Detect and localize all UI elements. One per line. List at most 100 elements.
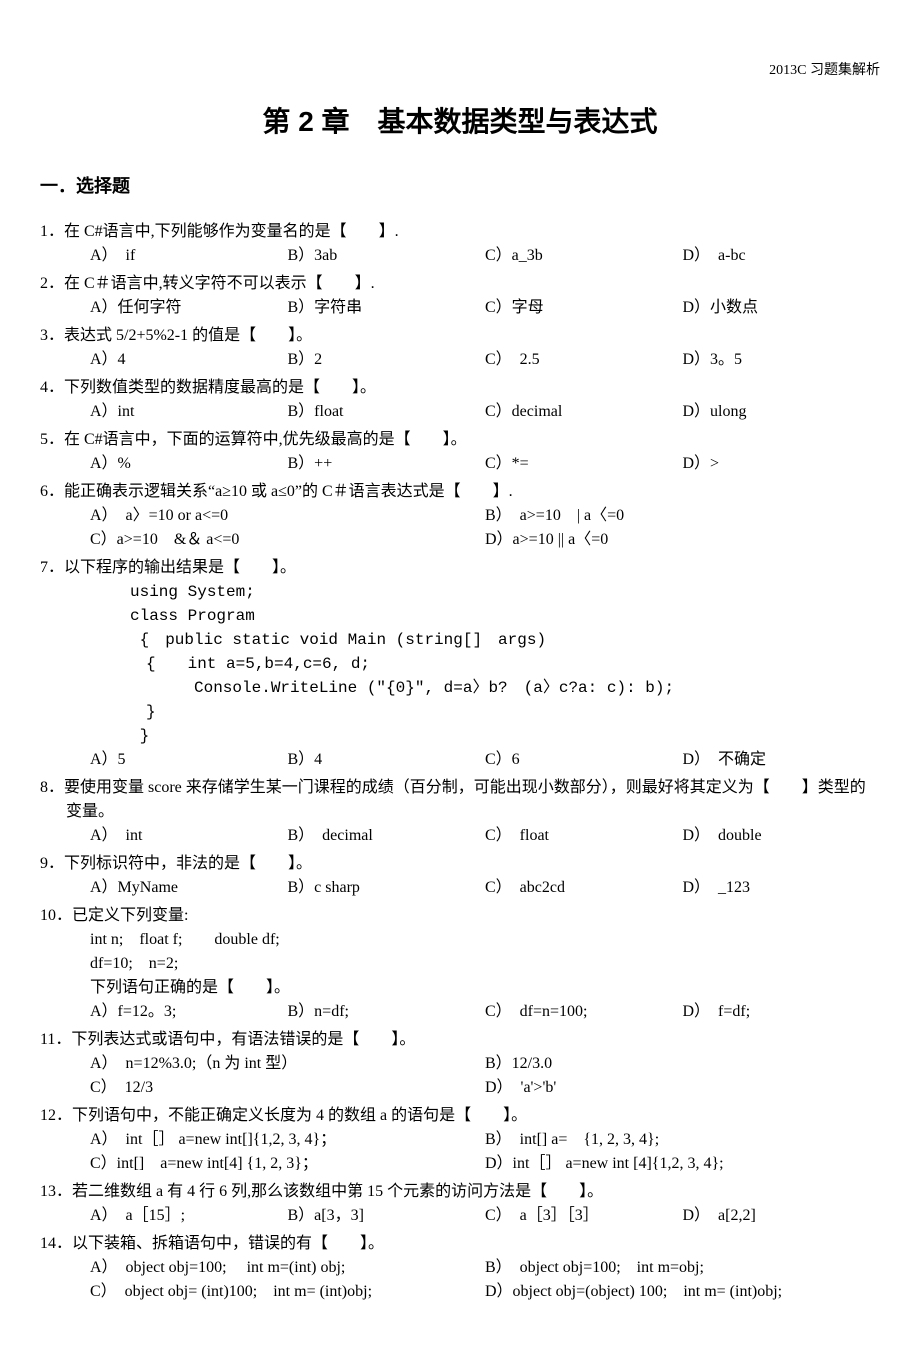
option: C） df=n=100;: [485, 1000, 683, 1024]
option: A） a〉=10 or a<=0: [90, 504, 485, 528]
option: B）12/3.0: [485, 1052, 880, 1076]
question-stem: 11．下列表达式或语句中，有语法错误的是【 】。: [40, 1028, 880, 1052]
option: A） int: [90, 824, 288, 848]
question-stem: 8．要使用变量 score 来存储学生某一门课程的成绩（百分制，可能出现小数部分…: [40, 776, 880, 824]
options: A） ifB）3abC）a_3bD） a-bc: [40, 244, 880, 268]
option: B） object obj=100; int m=obj;: [485, 1256, 880, 1280]
question: 7．以下程序的输出结果是【 】。using System; class Prog…: [40, 556, 880, 772]
option: C）int[] a=new int[4] {1, 2, 3}；: [90, 1152, 485, 1176]
question-stem: 9．下列标识符中，非法的是【 】。: [40, 852, 880, 876]
question: 11．下列表达式或语句中，有语法错误的是【 】。A） n=12%3.0;（n 为…: [40, 1028, 880, 1100]
options: A） n=12%3.0;（n 为 int 型）B）12/3.0C） 12/3D）…: [40, 1052, 880, 1100]
question-stem: 13．若二维数组 a 有 4 行 6 列,那么该数组中第 15 个元素的访问方法…: [40, 1180, 880, 1204]
option: D）小数点: [683, 296, 881, 320]
options: A）%B）++C）*=D）>: [40, 452, 880, 476]
option: B）3ab: [288, 244, 486, 268]
option: D） 不确定: [683, 748, 881, 772]
option: D）ulong: [683, 400, 881, 424]
code-block: using System; class Program { public sta…: [40, 580, 880, 748]
option: C）6: [485, 748, 683, 772]
option: B）a[3，3]: [288, 1204, 486, 1228]
question-stem: 7．以下程序的输出结果是【 】。: [40, 556, 880, 580]
option: B）2: [288, 348, 486, 372]
option: C） 2.5: [485, 348, 683, 372]
option: A） a［15］;: [90, 1204, 288, 1228]
option: D）a>=10 || a〈=0: [485, 528, 880, 552]
chapter-title: 第 2 章 基本数据类型与表达式: [40, 101, 880, 143]
question-subtext: 下列语句正确的是【 】。: [40, 976, 880, 1000]
question-stem: 12．下列语句中，不能正确定义长度为 4 的数组 a 的语句是【 】。: [40, 1104, 880, 1128]
question-stem: 10．已定义下列变量:: [40, 904, 880, 928]
question: 6．能正确表示逻辑关系“a≥10 或 a≤0”的 C＃语言表达式是【 】.A） …: [40, 480, 880, 552]
option: D）object obj=(object) 100; int m= (int)o…: [485, 1280, 880, 1304]
options: A）MyNameB）c sharpC） abc2cdD） _123: [40, 876, 880, 900]
options: A）4B）2C） 2.5D）3。5: [40, 348, 880, 372]
question-subtext: df=10; n=2;: [40, 952, 880, 976]
options: A）任何字符B）字符串C）字母D）小数点: [40, 296, 880, 320]
option: C）字母: [485, 296, 683, 320]
options: A）f=12。3;B）n=df;C） df=n=100;D） f=df;: [40, 1000, 880, 1024]
option: D） _123: [683, 876, 881, 900]
question: 1．在 C#语言中,下列能够作为变量名的是【 】.A） ifB）3abC）a_3…: [40, 220, 880, 268]
option: D） f=df;: [683, 1000, 881, 1024]
option: B）字符串: [288, 296, 486, 320]
option: A）任何字符: [90, 296, 288, 320]
option: B）++: [288, 452, 486, 476]
options: A） int［］ a=new int[]{1,2, 3, 4}；B） int[]…: [40, 1128, 880, 1176]
option: D） double: [683, 824, 881, 848]
option: C）decimal: [485, 400, 683, 424]
option: B） decimal: [288, 824, 486, 848]
option: B） a>=10 | a〈=0: [485, 504, 880, 528]
option: A） if: [90, 244, 288, 268]
question-subtext: int n; float f; double df;: [40, 928, 880, 952]
header-right: 2013C 习题集解析: [40, 60, 880, 81]
option: D） a[2,2]: [683, 1204, 881, 1228]
option: B）float: [288, 400, 486, 424]
option: C） 12/3: [90, 1076, 485, 1100]
option: A）MyName: [90, 876, 288, 900]
question: 5．在 C#语言中，下面的运算符中,优先级最高的是【 】。A）%B）++C）*=…: [40, 428, 880, 476]
option: C） object obj= (int)100; int m= (int)obj…: [90, 1280, 485, 1304]
option: C）a_3b: [485, 244, 683, 268]
option: B）n=df;: [288, 1000, 486, 1024]
question: 3．表达式 5/2+5%2-1 的值是【 】。A）4B）2C） 2.5D）3。5: [40, 324, 880, 372]
questions-container: 1．在 C#语言中,下列能够作为变量名的是【 】.A） ifB）3abC）a_3…: [40, 220, 880, 1304]
question: 4．下列数值类型的数据精度最高的是【 】。A）intB）floatC）decim…: [40, 376, 880, 424]
question: 13．若二维数组 a 有 4 行 6 列,那么该数组中第 15 个元素的访问方法…: [40, 1180, 880, 1228]
question-stem: 4．下列数值类型的数据精度最高的是【 】。: [40, 376, 880, 400]
option: C） float: [485, 824, 683, 848]
option: A） int［］ a=new int[]{1,2, 3, 4}；: [90, 1128, 485, 1152]
option: B）4: [288, 748, 486, 772]
options: A） object obj=100; int m=(int) obj;B） ob…: [40, 1256, 880, 1304]
option: D） a-bc: [683, 244, 881, 268]
option: A）int: [90, 400, 288, 424]
question: 8．要使用变量 score 来存储学生某一门课程的成绩（百分制，可能出现小数部分…: [40, 776, 880, 848]
option: D）>: [683, 452, 881, 476]
question-stem: 5．在 C#语言中，下面的运算符中,优先级最高的是【 】。: [40, 428, 880, 452]
option: A） object obj=100; int m=(int) obj;: [90, 1256, 485, 1280]
question-stem: 6．能正确表示逻辑关系“a≥10 或 a≤0”的 C＃语言表达式是【 】.: [40, 480, 880, 504]
options: A）intB）floatC）decimalD）ulong: [40, 400, 880, 424]
question: 14．以下装箱、拆箱语句中，错误的有【 】。A） object obj=100;…: [40, 1232, 880, 1304]
option: C）a>=10 &＆ a<=0: [90, 528, 485, 552]
option: B） int[] a= {1, 2, 3, 4};: [485, 1128, 880, 1152]
option: A） n=12%3.0;（n 为 int 型）: [90, 1052, 485, 1076]
question-stem: 2．在 C＃语言中,转义字符不可以表示【 】.: [40, 272, 880, 296]
options: A） a［15］;B）a[3，3]C） a［3］［3］D） a[2,2]: [40, 1204, 880, 1228]
option: A）f=12。3;: [90, 1000, 288, 1024]
options: A）5B）4C）6D） 不确定: [40, 748, 880, 772]
option: A）%: [90, 452, 288, 476]
question-stem: 14．以下装箱、拆箱语句中，错误的有【 】。: [40, 1232, 880, 1256]
question-stem: 1．在 C#语言中,下列能够作为变量名的是【 】.: [40, 220, 880, 244]
option: B）c sharp: [288, 876, 486, 900]
option: C） a［3］［3］: [485, 1204, 683, 1228]
options: A） a〉=10 or a<=0B） a>=10 | a〈=0C）a>=10 &…: [40, 504, 880, 552]
option: D）int［］ a=new int [4]{1,2, 3, 4};: [485, 1152, 880, 1176]
question-stem: 3．表达式 5/2+5%2-1 的值是【 】。: [40, 324, 880, 348]
option: D）3。5: [683, 348, 881, 372]
question: 10．已定义下列变量: int n; float f; double df; d…: [40, 904, 880, 1024]
question: 2．在 C＃语言中,转义字符不可以表示【 】.A）任何字符B）字符串C）字母D）…: [40, 272, 880, 320]
option: D） 'a'>'b': [485, 1076, 880, 1100]
option: A）5: [90, 748, 288, 772]
question: 9．下列标识符中，非法的是【 】。A）MyNameB）c sharpC） abc…: [40, 852, 880, 900]
